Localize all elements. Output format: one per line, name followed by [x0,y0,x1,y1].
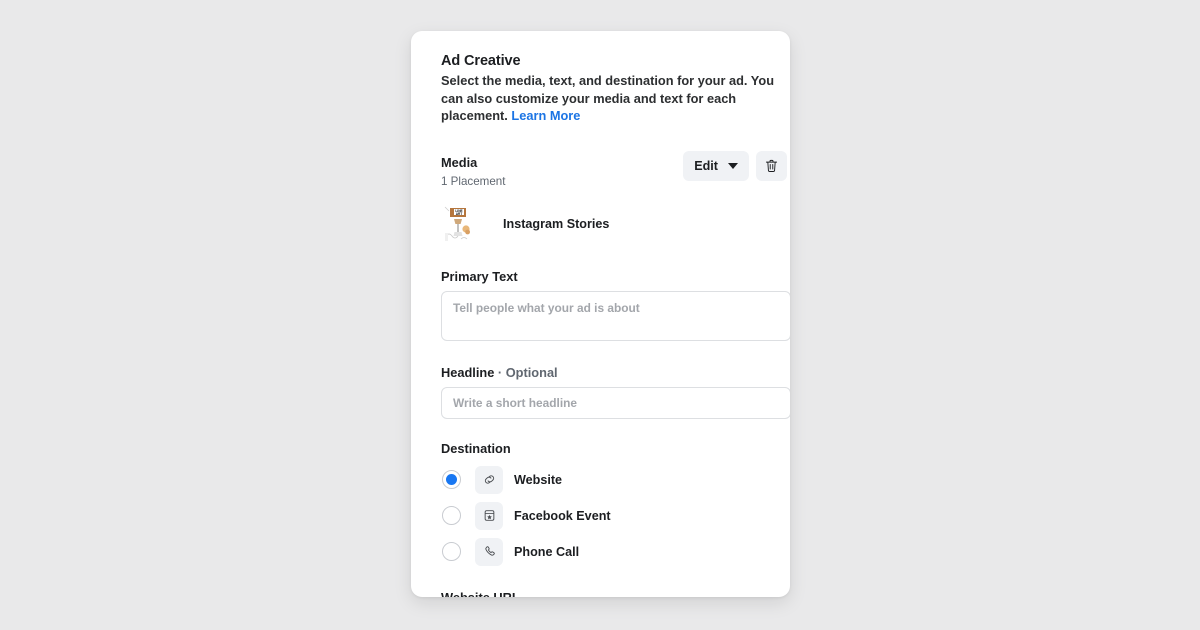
chevron-down-icon [728,162,738,169]
link-icon [475,465,503,494]
ad-creative-card: Ad Creative Select the media, text, and … [411,31,790,597]
headline-section: Headline · Optional Write a short headli… [441,365,790,419]
media-section: Media 1 Placement Edit LINE ART Instagra… [441,150,787,245]
destination-option-website[interactable]: Website [441,462,774,498]
headline-label-text: Headline [441,364,495,380]
delete-media-button[interactable] [756,150,787,181]
website-url-section: Website URL https://ambiente-blog.com/li… [441,590,774,598]
svg-text:ART: ART [456,212,463,216]
destination-option-facebook-event[interactable]: Facebook Event [441,498,774,534]
card-description-text: Select the media, text, and destination … [441,73,775,123]
primary-text-section: Primary Text Tell people what your ad is… [441,269,790,341]
event-star-icon [475,501,503,530]
radio-website[interactable] [442,470,461,489]
headline-optional-label: Optional [505,364,558,380]
phone-icon [475,537,503,566]
page-title: Ad Creative [441,53,521,69]
trash-icon [765,159,778,172]
primary-text-input[interactable]: Tell people what your ad is about [441,290,790,341]
media-actions: Edit [683,150,787,181]
radio-facebook-event[interactable] [442,506,461,525]
card-description: Select the media, text, and destination … [441,72,787,125]
headline-input[interactable]: Write a short headline [441,386,790,419]
destination-label: Destination [441,440,511,456]
placement-row[interactable]: LINE ART Instagram Stories [441,202,787,245]
placement-name: Instagram Stories [503,216,610,231]
destination-label-website: Website [514,472,563,487]
edit-button-label: Edit [694,158,718,173]
edit-media-button[interactable]: Edit [683,150,749,181]
website-url-label: Website URL [441,589,520,598]
page-background: Ad Creative Select the media, text, and … [0,0,1200,630]
destination-option-phone-call[interactable]: Phone Call [441,534,774,570]
destination-label-phone-call: Phone Call [514,544,580,559]
headline-separator: · [494,364,506,380]
learn-more-link[interactable]: Learn More [511,108,580,123]
line-art-lamp-thumbnail: LINE ART [441,202,475,245]
destination-label-facebook-event: Facebook Event [514,508,611,523]
radio-phone-call[interactable] [442,542,461,561]
headline-label: Headline · Optional [441,365,790,380]
placement-thumbnail: LINE ART [441,202,475,245]
destination-section: Destination Website Facebook Event Phone… [441,441,774,570]
primary-text-label: Primary Text [441,268,518,284]
